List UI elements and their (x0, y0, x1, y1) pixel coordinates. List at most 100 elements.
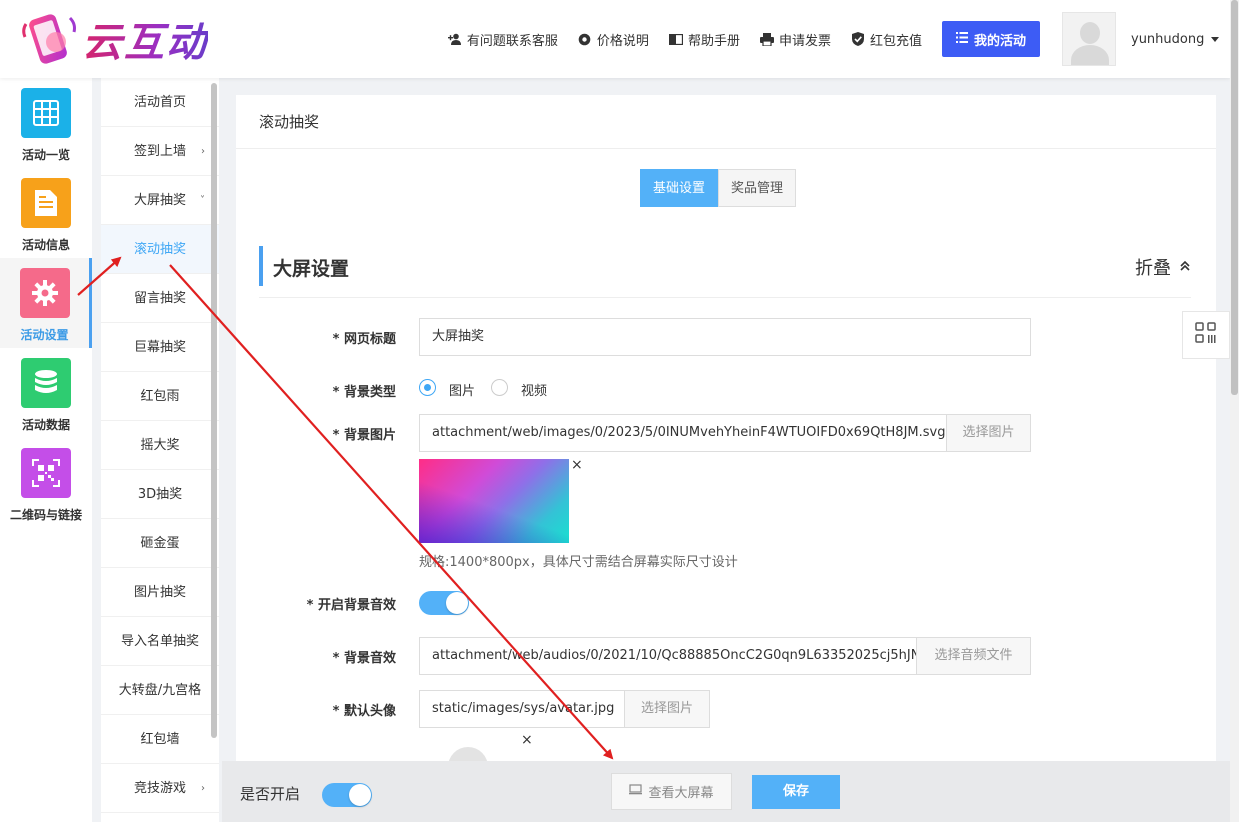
bg-type-option-image: 图片 (449, 384, 476, 399)
submenu-item-golden-egg[interactable]: 砸金蛋 (101, 519, 219, 568)
bg-type-label: * 背景类型 (332, 385, 396, 400)
bg-type-option-video: 视频 (521, 384, 548, 399)
bg-music-path-input[interactable]: attachment/web/audios/0/2021/10/Qc88885O… (419, 637, 917, 675)
bg-music-label: * 背景音效 (332, 651, 396, 666)
bg-image-preview (419, 459, 569, 543)
bg-type-radio-image[interactable] (419, 379, 436, 396)
avatar (1062, 12, 1116, 66)
page-title-label: * 网页标题 (332, 332, 396, 347)
default-avatar-path-input[interactable]: static/images/sys/avatar.jpg (419, 690, 625, 728)
username[interactable]: yunhudong (1131, 32, 1220, 47)
printer-icon (759, 32, 774, 46)
my-activity-label: 我的活动 (973, 33, 1026, 49)
submenu-item-red-packet-wall[interactable]: 红包墙 (101, 715, 219, 764)
tab-basic-settings[interactable]: 基础设置 (640, 169, 719, 207)
redpacket-recharge-link[interactable]: 红包充值 (851, 30, 922, 49)
submenu-item-image-lottery[interactable]: 图片抽奖 (101, 568, 219, 617)
submenu-item-big-screen-lottery[interactable]: 大屏抽奖 ˅ (101, 176, 219, 225)
section-accent-bar (259, 246, 263, 286)
sidebar-item-activity-settings[interactable]: 活动设置 (0, 258, 92, 348)
list-icon (955, 31, 968, 47)
submenu-item-red-packet-rain[interactable]: 红包雨 (101, 372, 219, 421)
document-icon (21, 178, 71, 228)
save-button[interactable]: 保存 (752, 775, 840, 809)
view-big-screen-button[interactable]: 查看大屏幕 (611, 773, 732, 810)
user-menu[interactable]: yunhudong (1062, 12, 1220, 66)
sidebar-item-activity-overview[interactable]: 活动一览 (0, 78, 92, 168)
tab-prize-management[interactable]: 奖品管理 (718, 169, 797, 207)
gear-icon (19, 268, 70, 318)
settings-tabs: 基础设置 奖品管理 (640, 169, 797, 207)
logo[interactable]: 云互动 (20, 10, 208, 68)
fold-toggle[interactable]: 折叠 (1135, 254, 1191, 280)
top-nav: 有问题联系客服 价格说明 帮助手册 申请发票 红包充值 我的活动 (428, 21, 1040, 57)
sidebar-item-label: 活动一览 (21, 148, 70, 162)
main-sidebar: 活动一览 活动信息 活动设置 活动数据 二维码与链接 (0, 78, 92, 822)
page-title: 滚动抽奖 (236, 95, 1216, 149)
fold-label: 折叠 (1135, 258, 1171, 279)
submenu-item-3d-lottery[interactable]: 3D抽奖 (101, 470, 219, 519)
grid-icon (21, 88, 71, 138)
enable-label: 是否开启 (240, 785, 301, 803)
submenu-item-activity-home[interactable]: 活动首页 (101, 78, 219, 127)
default-avatar-label: * 默认头像 (332, 704, 396, 719)
choose-audio-button[interactable]: 选择音频文件 (916, 637, 1031, 675)
choose-avatar-button[interactable]: 选择图片 (624, 690, 710, 728)
invoice-label: 申请发票 (778, 33, 831, 49)
view-big-screen-label: 查看大屏幕 (648, 786, 714, 801)
sub-menu: 活动首页 签到上墙 › 大屏抽奖 ˅ 滚动抽奖 留言抽奖 巨幕抽奖 红包雨 摇大奖 … (101, 78, 219, 822)
caret-down-icon (1211, 36, 1220, 42)
close-icon[interactable]: × (521, 732, 533, 748)
chevron-down-icon: ˅ (200, 195, 205, 206)
qrcode-icon (1195, 322, 1217, 348)
enable-toggle[interactable] (322, 783, 372, 807)
submenu-item-signin-wall[interactable]: 签到上墙 › (101, 127, 219, 176)
page-title-input[interactable]: 大屏抽奖 (419, 318, 1031, 356)
sidebar-item-label: 活动设置 (20, 328, 69, 342)
submenu-scrollbar[interactable] (211, 83, 217, 738)
submenu-item-shake-prize[interactable]: 摇大奖 (101, 421, 219, 470)
chevron-right-icon: › (201, 783, 205, 794)
choose-image-button[interactable]: 选择图片 (946, 414, 1031, 452)
invoice-link[interactable]: 申请发票 (759, 30, 831, 49)
submenu-item-scroll-lottery[interactable]: 滚动抽奖 (101, 225, 219, 274)
bg-music-toggle[interactable] (419, 591, 469, 615)
sidebar-item-label: 活动数据 (21, 418, 70, 432)
monitor-icon (629, 784, 643, 799)
sidebar-item-activity-data[interactable]: 活动数据 (0, 348, 92, 438)
section-header: 大屏设置 折叠 (259, 246, 1191, 298)
submenu-item-wheel-grid[interactable]: 大转盘/九宫格 (101, 666, 219, 715)
help-manual-label: 帮助手册 (687, 33, 740, 49)
my-activity-button[interactable]: 我的活动 (941, 21, 1040, 57)
bg-type-radio-video[interactable] (491, 379, 508, 396)
database-icon (21, 358, 71, 408)
contact-support-link[interactable]: 有问题联系客服 (447, 30, 558, 49)
page-scrollbar[interactable] (1230, 0, 1239, 822)
submenu-item-message-lottery[interactable]: 留言抽奖 (101, 274, 219, 323)
bottom-action-bar: 是否开启 查看大屏幕 保存 (222, 761, 1230, 822)
sidebar-item-activity-info[interactable]: 活动信息 (0, 168, 92, 258)
close-icon[interactable]: × (571, 457, 583, 473)
help-manual-link[interactable]: 帮助手册 (668, 30, 740, 49)
floating-qrcode-button[interactable] (1182, 311, 1230, 359)
sidebar-item-label: 活动信息 (21, 238, 70, 252)
chevron-right-icon: › (201, 146, 205, 157)
redpacket-recharge-label: 红包充值 (869, 33, 922, 49)
brand-name: 云互动 (82, 10, 208, 68)
bg-image-spec-hint: 规格:1400*800px，具体尺寸需结合屏幕实际尺寸设计 (419, 555, 738, 570)
submenu-item-giant-screen-lottery[interactable]: 巨幕抽奖 (101, 323, 219, 372)
chevron-double-up-icon (1179, 260, 1191, 275)
bg-image-path-input[interactable]: attachment/web/images/0/2023/5/0INUMvehY… (419, 414, 947, 452)
contact-support-label: 有问题联系客服 (466, 33, 558, 49)
pricing-link[interactable]: 价格说明 (578, 30, 649, 49)
bg-image-label: * 背景图片 (332, 428, 396, 443)
sidebar-item-qrcode-links[interactable]: 二维码与链接 (0, 438, 92, 528)
submenu-item-competitive-games[interactable]: 竞技游戏 › (101, 764, 219, 813)
page-scrollbar-thumb[interactable] (1231, 0, 1238, 395)
gear-icon (578, 32, 592, 46)
submenu-item-import-list-lottery[interactable]: 导入名单抽奖 (101, 617, 219, 666)
pricing-label: 价格说明 (596, 33, 649, 49)
phone-logo-icon (20, 10, 78, 68)
book-icon (668, 32, 683, 46)
bg-music-on-label: * 开启背景音效 (306, 598, 396, 613)
